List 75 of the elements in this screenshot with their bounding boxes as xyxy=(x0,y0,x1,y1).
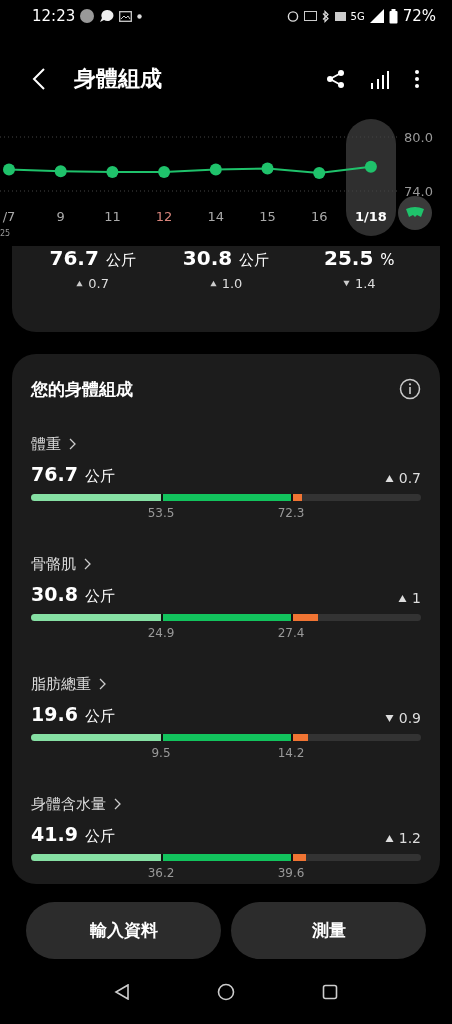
range-low-label: 36.2 xyxy=(147,866,175,880)
avatar-icon xyxy=(80,9,95,23)
change-value: 0.9 xyxy=(398,710,421,726)
x-tick-label[interactable]: 16 xyxy=(310,209,328,224)
change-value: 1 xyxy=(412,590,421,606)
change-value: 1.2 xyxy=(398,830,421,846)
summary-value: 30.8 公斤 xyxy=(182,246,270,270)
x-tick-label[interactable]: 11 xyxy=(104,209,121,224)
summary-value: 76.7 公斤 xyxy=(49,246,136,270)
data-point[interactable] xyxy=(3,163,15,176)
bar-chart-icon[interactable] xyxy=(370,69,390,89)
x-tick-label[interactable]: 15 xyxy=(259,209,276,224)
status-time: 12:23 xyxy=(32,7,76,25)
chat-bubble-icon xyxy=(99,9,115,23)
range-high-label: 14.2 xyxy=(277,746,305,760)
range-high-label: 72.3 xyxy=(277,506,305,520)
change-value: 1.4 xyxy=(354,276,376,291)
metric-value: 41.9 公斤 xyxy=(31,823,115,846)
action-button[interactable]: 輸入資料 xyxy=(26,902,221,959)
chevron-right-icon xyxy=(114,798,121,810)
data-point[interactable] xyxy=(209,163,222,176)
battery-icon xyxy=(388,8,398,24)
y-tick-label: 80.0 xyxy=(404,130,433,145)
summary-value: 25.5 % xyxy=(324,246,395,270)
network-type: 5G xyxy=(350,10,365,22)
data-point[interactable] xyxy=(313,167,326,179)
action-button[interactable]: 測量 xyxy=(231,902,426,959)
metric-value: 76.7 公斤 xyxy=(31,463,115,486)
metric-link[interactable]: 骨骼肌 xyxy=(31,550,91,578)
back-icon[interactable] xyxy=(32,68,46,90)
back-nav-icon[interactable] xyxy=(113,983,130,1000)
alarm-icon xyxy=(286,10,299,22)
bluetooth-icon xyxy=(321,9,330,23)
metric-link[interactable]: 脂肪總重 xyxy=(31,670,106,698)
metric-link[interactable]: 體重 xyxy=(31,430,76,458)
page-title: 身體組成 xyxy=(74,65,162,93)
metric-value: 19.6 公斤 xyxy=(31,703,115,726)
share-icon[interactable] xyxy=(326,69,346,89)
change-value: 1.0 xyxy=(221,276,243,291)
battery-percent: 72% xyxy=(402,7,436,25)
home-icon[interactable] xyxy=(217,982,235,1001)
section-title: 您的身體組成 xyxy=(31,377,133,401)
gauge-icon[interactable] xyxy=(398,196,432,230)
metric-link[interactable]: 身體含水量 xyxy=(31,790,121,818)
volte-icon xyxy=(334,11,346,21)
data-point[interactable] xyxy=(364,160,377,173)
range-low-label: 9.5 xyxy=(151,746,171,760)
more-options-icon[interactable] xyxy=(414,69,420,89)
range-low-label: 53.5 xyxy=(147,506,175,520)
chevron-right-icon xyxy=(69,438,76,450)
change-value: 0.7 xyxy=(398,470,421,486)
metric-value: 30.8 公斤 xyxy=(31,583,115,606)
y-tick-label: 74.0 xyxy=(404,184,433,199)
data-point[interactable] xyxy=(158,166,171,179)
x-tick-label[interactable]: /7 xyxy=(2,209,16,224)
range-high-label: 39.6 xyxy=(277,866,305,880)
x-tick-label[interactable]: 9 xyxy=(56,209,65,224)
data-point[interactable] xyxy=(261,162,274,175)
change-value: 0.7 xyxy=(88,276,109,291)
chevron-right-icon xyxy=(99,678,106,690)
signal-icon xyxy=(369,9,384,23)
image-icon xyxy=(119,10,133,22)
recent-apps-icon[interactable] xyxy=(322,983,339,1000)
data-point[interactable] xyxy=(54,165,67,178)
range-high-label: 27.4 xyxy=(277,626,305,640)
x-tick-label[interactable]: 14 xyxy=(207,209,225,224)
x-tick-label[interactable]: 12 xyxy=(155,209,173,224)
info-icon[interactable] xyxy=(399,378,421,400)
range-low-label: 24.9 xyxy=(147,626,175,640)
data-point[interactable] xyxy=(106,166,119,179)
screen-icon xyxy=(303,11,317,21)
x-tick-label[interactable]: 1/18 xyxy=(354,209,387,224)
dot-icon xyxy=(137,13,143,19)
year-label: 25 xyxy=(0,229,11,238)
chevron-right-icon xyxy=(84,558,91,570)
